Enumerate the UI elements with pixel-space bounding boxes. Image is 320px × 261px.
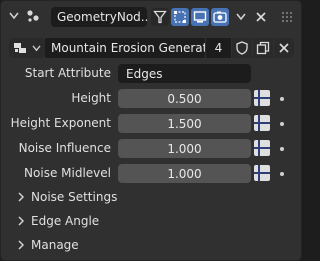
- filter-icon[interactable]: [151, 8, 169, 26]
- noise-settings-panel-header[interactable]: Noise Settings: [17, 190, 117, 204]
- chevron-right-icon: [18, 192, 25, 202]
- keyframe-dot-icon[interactable]: [280, 122, 284, 126]
- height-value-field[interactable]: 0.500: [118, 89, 251, 108]
- node-tree-name: GeometryNod...: [57, 10, 147, 24]
- duplicate-icon[interactable]: [253, 38, 273, 58]
- edit-mode-toggle-icon[interactable]: [171, 8, 189, 26]
- start-attribute-field[interactable]: Edges: [118, 64, 251, 83]
- manage-label: Manage: [31, 238, 79, 252]
- chevron-right-icon: [18, 216, 25, 226]
- attribute-toggle-icon[interactable]: [254, 165, 270, 181]
- height-exponent-label: Height Exponent: [10, 116, 111, 130]
- render-toggle-icon[interactable]: [211, 8, 229, 26]
- chevron-right-icon: [18, 240, 25, 250]
- delete-icon[interactable]: [274, 38, 294, 58]
- node-group-browse-button[interactable]: [9, 38, 45, 58]
- edge-angle-label: Edge Angle: [31, 214, 100, 228]
- drag-handle-icon[interactable]: [279, 9, 295, 25]
- node-group-name: Mountain Erosion Generator: [51, 41, 205, 55]
- geometry-nodes-icon: [25, 8, 41, 24]
- attribute-toggle-icon[interactable]: [254, 115, 270, 131]
- noise-influence-value-field[interactable]: 1.000: [118, 139, 251, 158]
- start-attribute-label: Start Attribute: [24, 66, 111, 80]
- close-icon[interactable]: [253, 9, 269, 25]
- noise-influence-label: Noise Influence: [18, 141, 111, 155]
- user-count-button[interactable]: 4: [206, 38, 231, 58]
- noise-settings-label: Noise Settings: [31, 190, 118, 204]
- edge-angle-panel-header[interactable]: Edge Angle: [17, 214, 99, 228]
- attribute-toggle-icon[interactable]: [254, 140, 270, 156]
- modifier-panel: GeometryNod... Mountain Erosion Generato…: [0, 0, 302, 261]
- attribute-toggle-icon[interactable]: [254, 90, 270, 106]
- user-count: 4: [214, 41, 223, 55]
- noise-midlevel-label: Noise Midlevel: [24, 166, 111, 180]
- keyframe-dot-icon[interactable]: [280, 97, 284, 101]
- extras-dropdown-icon[interactable]: [234, 10, 248, 24]
- manage-panel-header[interactable]: Manage: [17, 238, 79, 252]
- viewport-toggle-icon[interactable]: [191, 8, 209, 26]
- collapse-chevron-icon[interactable]: [7, 8, 21, 24]
- height-label: Height: [71, 91, 111, 105]
- node-group-name-field[interactable]: Mountain Erosion Generator: [45, 38, 205, 58]
- shield-icon[interactable]: [232, 38, 252, 58]
- keyframe-dot-icon[interactable]: [280, 172, 284, 176]
- node-tree-name-field[interactable]: GeometryNod...: [51, 7, 147, 27]
- chevron-down-icon: [31, 43, 41, 53]
- noise-midlevel-value-field[interactable]: 1.000: [118, 164, 251, 183]
- node-tree-icon: [12, 40, 28, 56]
- height-exponent-value-field[interactable]: 1.500: [118, 114, 251, 133]
- keyframe-dot-icon[interactable]: [280, 147, 284, 151]
